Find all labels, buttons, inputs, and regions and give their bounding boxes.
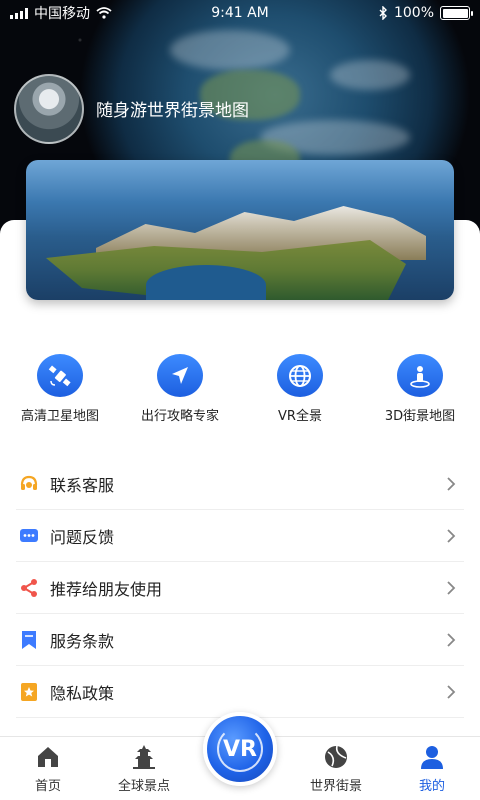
satellite-icon <box>37 354 83 397</box>
tab-label: 世界街景 <box>309 779 362 794</box>
chevron-right-icon <box>442 580 460 595</box>
menu-item-contact-support[interactable]: 联系客服 <box>16 458 464 510</box>
wifi-icon <box>96 7 112 19</box>
chat-bubble-icon <box>18 525 40 547</box>
tab-home[interactable]: 首页 <box>0 737 96 800</box>
tab-label: 我的 <box>418 779 445 794</box>
banner-image[interactable] <box>26 160 454 300</box>
menu-item-feedback[interactable]: 问题反馈 <box>16 510 464 562</box>
share-icon <box>18 577 40 599</box>
status-time: 9:41 AM <box>211 5 269 21</box>
menu-item-privacy[interactable]: 隐私政策 <box>16 666 464 718</box>
orbit-ring-icon <box>217 726 263 772</box>
bluetooth-icon <box>379 6 387 20</box>
settings-menu: 联系客服 问题反馈 推荐给朋友使用 服务条款 隐私政策 <box>16 458 464 718</box>
star-badge-icon <box>18 681 40 703</box>
signal-strength-icon <box>10 7 28 19</box>
feature-vr-panorama[interactable]: VR全景 <box>240 354 360 424</box>
headset-icon <box>18 473 40 495</box>
battery-percent: 100% <box>393 5 434 21</box>
menu-item-terms[interactable]: 服务条款 <box>16 614 464 666</box>
chevron-right-icon <box>442 476 460 491</box>
globe-icon <box>277 354 323 397</box>
feature-satellite-map[interactable]: 高清卫星地图 <box>0 354 120 424</box>
bookmark-icon <box>18 629 40 651</box>
tab-label: 全球景点 <box>117 779 170 794</box>
menu-label: 问题反馈 <box>50 527 115 547</box>
feature-label: 出行攻略专家 <box>140 409 219 424</box>
feature-label: VR全景 <box>278 409 322 424</box>
tab-world-street-view[interactable]: 世界街景 <box>288 737 384 800</box>
carrier-label: 中国移动 <box>34 6 90 22</box>
chevron-right-icon <box>442 528 460 543</box>
menu-label: 推荐给朋友使用 <box>50 579 163 599</box>
battery-icon <box>440 6 473 20</box>
menu-label: 联系客服 <box>50 475 115 495</box>
vr-center-button[interactable]: VR <box>203 712 277 786</box>
feature-travel-guide[interactable]: 出行攻略专家 <box>120 354 240 424</box>
user-icon <box>418 743 446 771</box>
status-bar: 中国移动 9:41 AM 100% <box>0 0 480 26</box>
feature-grid: 高清卫星地图 出行攻略专家 VR全景 3D街景地图 <box>0 354 480 424</box>
globe-ball-icon <box>322 743 350 771</box>
tab-global-attractions[interactable]: 全球景点 <box>96 737 192 800</box>
tab-label: 首页 <box>34 779 61 794</box>
chevron-right-icon <box>442 684 460 699</box>
app-name: 随身游世界街景地图 <box>96 101 249 121</box>
tab-mine[interactable]: 我的 <box>384 737 480 800</box>
feature-3d-street-view[interactable]: 3D街景地图 <box>360 354 480 424</box>
person-pin-icon <box>397 354 443 397</box>
chevron-right-icon <box>442 632 460 647</box>
menu-label: 隐私政策 <box>50 683 115 703</box>
pagoda-icon <box>130 743 158 771</box>
feature-label: 高清卫星地图 <box>20 409 99 424</box>
menu-item-share[interactable]: 推荐给朋友使用 <box>16 562 464 614</box>
feature-label: 3D街景地图 <box>384 409 456 424</box>
navigation-arrow-icon <box>157 354 203 397</box>
avatar[interactable] <box>14 74 84 144</box>
menu-label: 服务条款 <box>50 631 115 651</box>
home-icon <box>34 743 62 771</box>
